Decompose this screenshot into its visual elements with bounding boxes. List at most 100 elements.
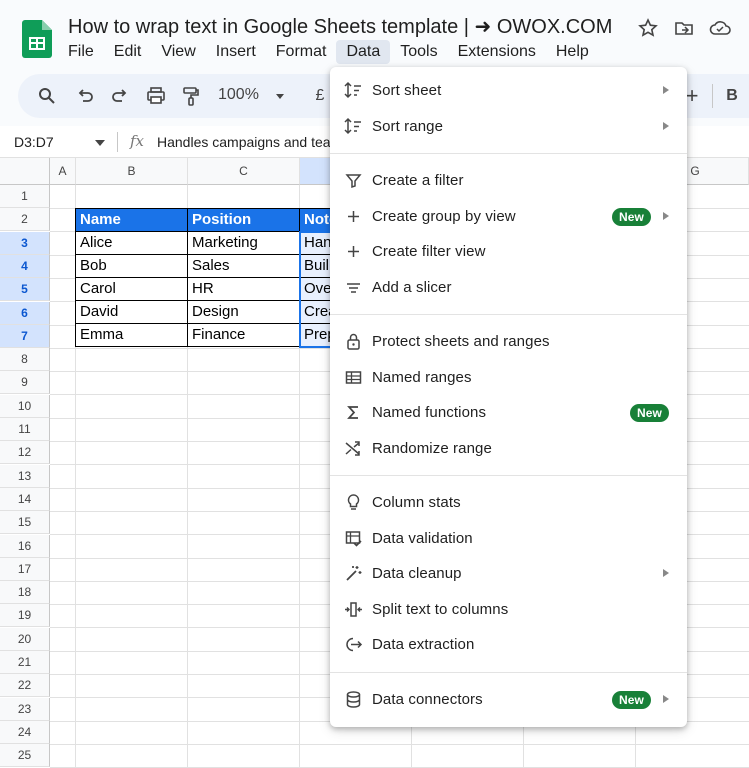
- row-header[interactable]: 11: [0, 418, 50, 441]
- document-title[interactable]: How to wrap text in Google Sheets templa…: [68, 14, 612, 39]
- row-header[interactable]: 18: [0, 581, 50, 605]
- table-cell[interactable]: Alice: [75, 231, 188, 255]
- row-header[interactable]: 21: [0, 651, 50, 674]
- menu-item-protect-sheets[interactable]: Protect sheets and ranges: [330, 324, 687, 360]
- undo-icon[interactable]: [73, 84, 97, 108]
- menu-help[interactable]: Help: [546, 40, 599, 64]
- row-header[interactable]: 25: [0, 744, 50, 768]
- table-header-cell[interactable]: Name: [75, 208, 188, 232]
- table-cell[interactable]: Marketing: [187, 231, 300, 255]
- row-header[interactable]: 23: [0, 697, 50, 721]
- menu-item-sort-sheet[interactable]: Sort sheet: [330, 73, 687, 109]
- select-all-corner[interactable]: [0, 158, 50, 185]
- table-cell[interactable]: David: [75, 300, 188, 324]
- row-header[interactable]: 19: [0, 604, 50, 628]
- menu-item-create-filter-view[interactable]: Create filter view: [330, 234, 687, 270]
- row-header[interactable]: 9: [0, 371, 50, 395]
- row-header[interactable]: 12: [0, 441, 50, 465]
- menu-item-add-slicer[interactable]: Add a slicer: [330, 270, 687, 306]
- menu-item-split-text[interactable]: Split text to columns: [330, 592, 687, 628]
- menu-divider: [330, 671, 687, 673]
- menu-item-data-connectors[interactable]: Data connectors New: [330, 682, 687, 718]
- currency-button[interactable]: £: [308, 84, 332, 108]
- row-header[interactable]: 15: [0, 511, 50, 535]
- new-badge: New: [630, 404, 669, 422]
- row-header[interactable]: 22: [0, 674, 50, 698]
- move-folder-icon[interactable]: [672, 16, 696, 40]
- row-header[interactable]: 2: [0, 208, 50, 232]
- menu-item-label: Data extraction: [372, 636, 475, 654]
- table-cell[interactable]: Design: [187, 300, 300, 324]
- row-header[interactable]: 3: [0, 231, 50, 255]
- menu-item-create-filter[interactable]: Create a filter: [330, 163, 687, 199]
- menu-item-data-validation[interactable]: Data validation: [330, 521, 687, 557]
- menu-edit[interactable]: Edit: [104, 40, 152, 64]
- column-header-a[interactable]: A: [50, 158, 76, 185]
- table-cell[interactable]: Carol: [75, 277, 188, 301]
- menu-item-column-stats[interactable]: Column stats: [330, 485, 687, 521]
- menu-item-label: Split text to columns: [372, 600, 509, 618]
- menu-item-data-extraction[interactable]: Data extraction: [330, 627, 687, 663]
- menu-tools[interactable]: Tools: [390, 40, 447, 64]
- menu-extensions[interactable]: Extensions: [448, 40, 546, 64]
- menu-data[interactable]: Data: [336, 40, 391, 64]
- zoom-dropdown-icon[interactable]: [268, 84, 292, 108]
- row-header[interactable]: 10: [0, 394, 50, 418]
- sort-range-icon: [344, 117, 363, 136]
- table-header-cell[interactable]: Position: [187, 208, 300, 232]
- lightbulb-icon: [344, 493, 363, 512]
- paint-format-icon[interactable]: [179, 84, 203, 108]
- menu-item-named-functions[interactable]: Named functions New: [330, 395, 687, 431]
- menu-item-label: Named functions: [372, 404, 487, 422]
- table-cell[interactable]: HR: [187, 277, 300, 301]
- menu-bar: File Edit View Insert Format Data Tools …: [58, 40, 599, 64]
- sheets-logo-icon[interactable]: [22, 20, 52, 58]
- row-header[interactable]: 6: [0, 301, 50, 325]
- row-header[interactable]: 14: [0, 487, 50, 511]
- row-header[interactable]: 16: [0, 534, 50, 558]
- row-header[interactable]: 7: [0, 324, 50, 348]
- menu-item-label: Protect sheets and ranges: [372, 333, 550, 351]
- menu-item-sort-range[interactable]: Sort range: [330, 109, 687, 145]
- table-cell[interactable]: Finance: [187, 323, 300, 347]
- slicer-icon: [344, 278, 363, 297]
- menu-insert[interactable]: Insert: [206, 40, 266, 64]
- menu-item-create-group-by-view[interactable]: Create group by view New: [330, 199, 687, 235]
- row-header[interactable]: 5: [0, 278, 50, 302]
- column-header-b[interactable]: B: [76, 158, 188, 185]
- menu-item-data-cleanup[interactable]: Data cleanup: [330, 556, 687, 592]
- name-box-dropdown-icon[interactable]: [94, 138, 106, 148]
- zoom-select[interactable]: 100%: [218, 86, 259, 104]
- star-icon[interactable]: [636, 16, 660, 40]
- redo-icon[interactable]: [108, 84, 132, 108]
- row-header[interactable]: 8: [0, 348, 50, 372]
- menu-item-label: Data validation: [372, 529, 473, 547]
- formula-divider: [117, 132, 118, 152]
- column-header-c[interactable]: C: [188, 158, 300, 185]
- row-header[interactable]: 24: [0, 720, 50, 744]
- validation-icon: [344, 529, 363, 548]
- print-icon[interactable]: [144, 84, 168, 108]
- submenu-arrow-icon: [663, 211, 669, 220]
- menu-format[interactable]: Format: [266, 40, 337, 64]
- menu-file[interactable]: File: [58, 40, 104, 64]
- formula-input[interactable]: Handles campaigns and tear: [157, 134, 335, 150]
- search-icon[interactable]: [35, 84, 59, 108]
- menu-item-named-ranges[interactable]: Named ranges: [330, 360, 687, 396]
- row-header[interactable]: 1: [0, 185, 50, 208]
- cloud-status-icon[interactable]: [708, 16, 732, 40]
- bold-button[interactable]: B: [720, 84, 744, 108]
- name-box[interactable]: D3:D7: [14, 134, 54, 150]
- filter-icon: [344, 171, 363, 190]
- lock-icon: [344, 332, 363, 351]
- menu-view[interactable]: View: [151, 40, 205, 64]
- table-cell[interactable]: Emma: [75, 323, 188, 347]
- menu-divider: [330, 153, 687, 154]
- row-header[interactable]: 17: [0, 557, 50, 581]
- row-header[interactable]: 13: [0, 464, 50, 488]
- row-header[interactable]: 4: [0, 254, 50, 278]
- menu-item-randomize-range[interactable]: Randomize range: [330, 431, 687, 467]
- table-cell[interactable]: Bob: [75, 254, 188, 278]
- row-header[interactable]: 20: [0, 627, 50, 651]
- table-cell[interactable]: Sales: [187, 254, 300, 278]
